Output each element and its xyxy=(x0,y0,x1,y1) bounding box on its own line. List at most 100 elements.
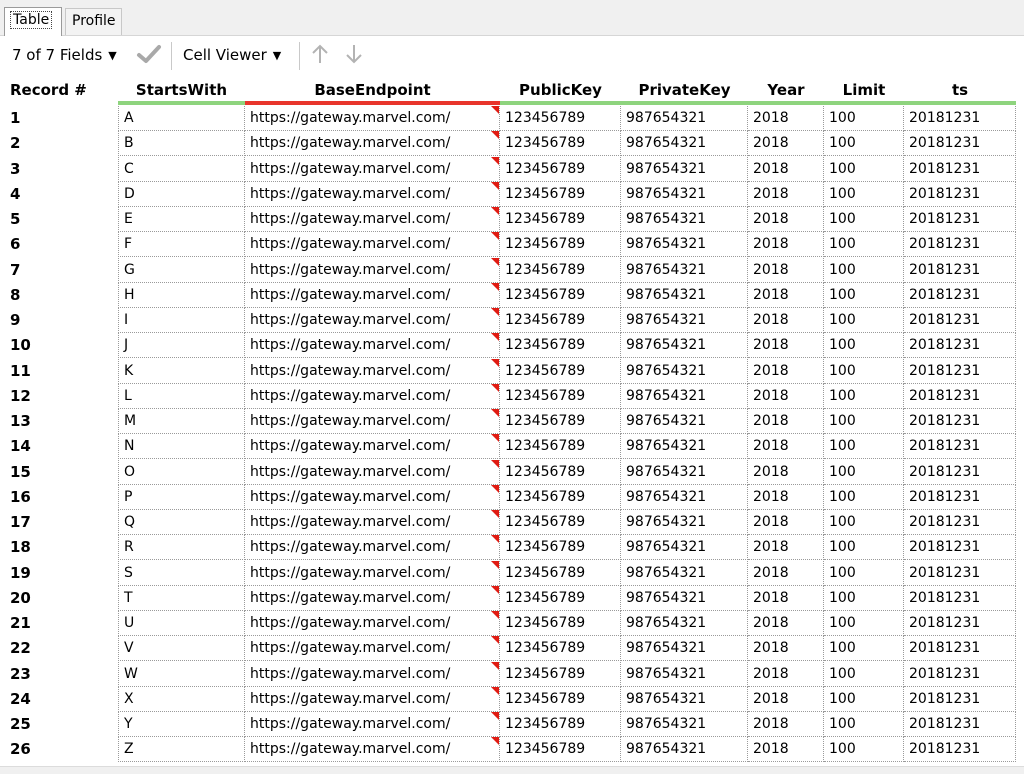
cell-baseendpoint[interactable]: https://gateway.marvel.com/ xyxy=(245,560,500,586)
cell-privatekey[interactable]: 987654321 xyxy=(621,282,748,308)
table-row[interactable]: 7 Ghttps://gateway.marvel.com/123456789 98… xyxy=(0,257,1024,283)
table-row[interactable]: 25 Yhttps://gateway.marvel.com/123456789 9… xyxy=(0,712,1024,737)
cell-startswith[interactable]: J xyxy=(118,333,245,359)
cell-ts[interactable]: 20181231 xyxy=(904,535,1016,561)
cell-publickey[interactable]: 123456789 xyxy=(500,257,621,283)
cell-limit[interactable]: 100 xyxy=(824,207,904,232)
fields-dropdown[interactable]: 7 of 7 Fields ▼ xyxy=(12,44,117,66)
cell-ts[interactable]: 20181231 xyxy=(904,106,1016,131)
cell-publickey[interactable]: 123456789 xyxy=(500,560,621,586)
cell-year[interactable]: 2018 xyxy=(748,156,824,182)
cell-year[interactable]: 2018 xyxy=(748,358,824,384)
cell-year[interactable]: 2018 xyxy=(748,459,824,485)
cell-publickey[interactable]: 123456789 xyxy=(500,358,621,384)
cell-limit[interactable]: 100 xyxy=(824,661,904,687)
cell-startswith[interactable]: F xyxy=(118,232,245,258)
cell-baseendpoint[interactable]: https://gateway.marvel.com/ xyxy=(245,661,500,687)
table-row[interactable]: 9 Ihttps://gateway.marvel.com/123456789 98… xyxy=(0,308,1024,333)
table-row[interactable]: 12 Lhttps://gateway.marvel.com/123456789 9… xyxy=(0,383,1024,409)
cell-startswith[interactable]: C xyxy=(118,156,245,182)
cell-baseendpoint[interactable]: https://gateway.marvel.com/ xyxy=(245,106,500,131)
cell-privatekey[interactable]: 987654321 xyxy=(621,510,748,535)
tab-profile[interactable]: Profile xyxy=(65,8,122,35)
cell-limit[interactable]: 100 xyxy=(824,686,904,712)
cell-startswith[interactable]: Z xyxy=(118,737,245,763)
cell-ts[interactable]: 20181231 xyxy=(904,434,1016,460)
cell-baseendpoint[interactable]: https://gateway.marvel.com/ xyxy=(245,459,500,485)
cell-privatekey[interactable]: 987654321 xyxy=(621,459,748,485)
cell-publickey[interactable]: 123456789 xyxy=(500,535,621,561)
cell-ts[interactable]: 20181231 xyxy=(904,510,1016,535)
cell-year[interactable]: 2018 xyxy=(748,282,824,308)
table-row[interactable]: 26 Zhttps://gateway.marvel.com/123456789 9… xyxy=(0,737,1024,763)
table-row[interactable]: 14 Nhttps://gateway.marvel.com/123456789 9… xyxy=(0,434,1024,460)
table-row[interactable]: 3 Chttps://gateway.marvel.com/123456789 98… xyxy=(0,156,1024,182)
cell-year[interactable]: 2018 xyxy=(748,383,824,409)
cell-year[interactable]: 2018 xyxy=(748,207,824,232)
cell-baseendpoint[interactable]: https://gateway.marvel.com/ xyxy=(245,232,500,258)
cell-publickey[interactable]: 123456789 xyxy=(500,106,621,131)
cell-limit[interactable]: 100 xyxy=(824,737,904,763)
cell-baseendpoint[interactable]: https://gateway.marvel.com/ xyxy=(245,535,500,561)
cell-limit[interactable]: 100 xyxy=(824,383,904,409)
table-row[interactable]: 13 Mhttps://gateway.marvel.com/123456789 9… xyxy=(0,409,1024,434)
cell-limit[interactable]: 100 xyxy=(824,282,904,308)
cell-limit[interactable]: 100 xyxy=(824,232,904,258)
cell-baseendpoint[interactable]: https://gateway.marvel.com/ xyxy=(245,131,500,157)
cell-publickey[interactable]: 123456789 xyxy=(500,585,621,611)
column-header-year[interactable]: Year xyxy=(748,76,824,105)
table-row[interactable]: 6 Fhttps://gateway.marvel.com/123456789 98… xyxy=(0,232,1024,258)
cell-baseendpoint[interactable]: https://gateway.marvel.com/ xyxy=(245,737,500,763)
cell-year[interactable]: 2018 xyxy=(748,585,824,611)
cell-ts[interactable]: 20181231 xyxy=(904,232,1016,258)
cell-startswith[interactable]: Q xyxy=(118,510,245,535)
cell-baseendpoint[interactable]: https://gateway.marvel.com/ xyxy=(245,636,500,662)
cell-year[interactable]: 2018 xyxy=(748,737,824,763)
cell-year[interactable]: 2018 xyxy=(748,409,824,434)
cell-publickey[interactable]: 123456789 xyxy=(500,181,621,207)
cell-startswith[interactable]: G xyxy=(118,257,245,283)
cell-startswith[interactable]: B xyxy=(118,131,245,157)
column-header-limit[interactable]: Limit xyxy=(824,76,904,105)
cell-startswith[interactable]: K xyxy=(118,358,245,384)
cell-baseendpoint[interactable]: https://gateway.marvel.com/ xyxy=(245,282,500,308)
cell-baseendpoint[interactable]: https://gateway.marvel.com/ xyxy=(245,484,500,510)
cell-publickey[interactable]: 123456789 xyxy=(500,131,621,157)
cell-year[interactable]: 2018 xyxy=(748,661,824,687)
cell-limit[interactable]: 100 xyxy=(824,358,904,384)
cell-baseendpoint[interactable]: https://gateway.marvel.com/ xyxy=(245,257,500,283)
cell-year[interactable]: 2018 xyxy=(748,131,824,157)
table-row[interactable]: 15 Ohttps://gateway.marvel.com/123456789 9… xyxy=(0,459,1024,485)
cell-limit[interactable]: 100 xyxy=(824,106,904,131)
cell-ts[interactable]: 20181231 xyxy=(904,257,1016,283)
table-row[interactable]: 18 Rhttps://gateway.marvel.com/123456789 9… xyxy=(0,535,1024,561)
cell-year[interactable]: 2018 xyxy=(748,510,824,535)
column-header-ts[interactable]: ts xyxy=(904,76,1016,105)
table-row[interactable]: 4 Dhttps://gateway.marvel.com/123456789 98… xyxy=(0,181,1024,207)
cell-ts[interactable]: 20181231 xyxy=(904,333,1016,359)
cell-baseendpoint[interactable]: https://gateway.marvel.com/ xyxy=(245,181,500,207)
table-row[interactable]: 19 Shttps://gateway.marvel.com/123456789 9… xyxy=(0,560,1024,586)
cell-year[interactable]: 2018 xyxy=(748,106,824,131)
cell-startswith[interactable]: Y xyxy=(118,712,245,737)
cell-privatekey[interactable]: 987654321 xyxy=(621,535,748,561)
cell-ts[interactable]: 20181231 xyxy=(904,383,1016,409)
cell-startswith[interactable]: D xyxy=(118,181,245,207)
cell-ts[interactable]: 20181231 xyxy=(904,560,1016,586)
cell-startswith[interactable]: X xyxy=(118,686,245,712)
cell-privatekey[interactable]: 987654321 xyxy=(621,156,748,182)
cell-year[interactable]: 2018 xyxy=(748,333,824,359)
cell-privatekey[interactable]: 987654321 xyxy=(621,383,748,409)
table-row[interactable]: 5 Ehttps://gateway.marvel.com/123456789 98… xyxy=(0,207,1024,232)
cell-limit[interactable]: 100 xyxy=(824,484,904,510)
cell-limit[interactable]: 100 xyxy=(824,585,904,611)
cell-startswith[interactable]: P xyxy=(118,484,245,510)
cell-baseendpoint[interactable]: https://gateway.marvel.com/ xyxy=(245,358,500,384)
cell-limit[interactable]: 100 xyxy=(824,459,904,485)
table-row[interactable]: 23 Whttps://gateway.marvel.com/123456789 9… xyxy=(0,661,1024,687)
cell-ts[interactable]: 20181231 xyxy=(904,459,1016,485)
cell-startswith[interactable]: O xyxy=(118,459,245,485)
cell-limit[interactable]: 100 xyxy=(824,510,904,535)
cell-publickey[interactable]: 123456789 xyxy=(500,661,621,687)
cell-privatekey[interactable]: 987654321 xyxy=(621,737,748,763)
